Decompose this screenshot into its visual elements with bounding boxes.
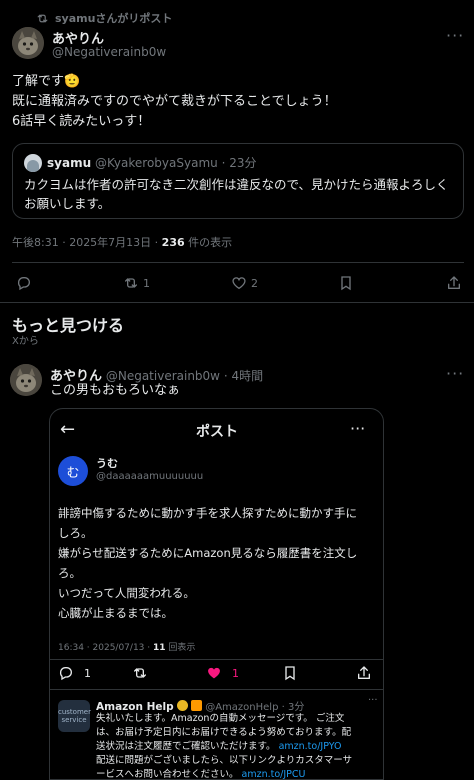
embedded-line-5: いつだって人間変われる。 bbox=[58, 586, 195, 600]
divider bbox=[50, 659, 383, 660]
quote-text: カクヨムは作者の許可なき二次創作は違反なので、見かけたら通報よろしくお願いします… bbox=[24, 177, 449, 211]
avatar[interactable] bbox=[10, 364, 42, 396]
retweet-button[interactable]: 1 bbox=[123, 275, 150, 291]
post-text-line-1: 了解です🫡 bbox=[12, 74, 81, 89]
post-timestamp[interactable]: 午後8:31 · 2025年7月13日 · bbox=[12, 236, 162, 249]
amazon-reply-line-5-text: ービスへお問い合わせください。 bbox=[96, 769, 242, 780]
post-text-line-2: 既に通報済みですのでやがて裁きが下ることでしょう！ bbox=[12, 94, 337, 109]
amazon-link-order-history: amzn.to/JPYO bbox=[278, 741, 342, 752]
cat-avatar-image bbox=[10, 364, 42, 396]
quote-author-handle: @KyakerobyaSyamu bbox=[94, 156, 218, 170]
retweet-icon bbox=[125, 278, 137, 288]
cat-avatar-image bbox=[12, 27, 44, 59]
amazon-logo-icon bbox=[191, 700, 203, 711]
more-section-subtitle: Xから bbox=[12, 336, 39, 347]
more-options-button[interactable]: ··· bbox=[446, 26, 464, 45]
reply-icon bbox=[59, 667, 72, 681]
attached-image[interactable]: ← ポスト ··· む うむ @daaaaaamuuuuuuu 誹謗中傷するため… bbox=[49, 408, 384, 780]
embedded-line-6: 心臓が止まるまでは。 bbox=[58, 606, 173, 620]
author-handle[interactable]: @Negativerainb0w bbox=[52, 45, 166, 59]
embedded-author-handle: @daaaaaamuuuuuuu bbox=[96, 471, 204, 482]
amazon-avatar: customer service bbox=[58, 700, 91, 732]
embedded-line-4: ろ。 bbox=[58, 566, 81, 580]
reply-icon bbox=[17, 277, 30, 291]
post-text-line-3: 6話早く読みたいっす！ bbox=[12, 114, 151, 129]
amazon-reply-header: Amazon Help @AmazonHelp · 3分 bbox=[96, 698, 304, 713]
amazon-reply-line-3: 送状況は注文履歴でご確認いただけます。 amzn.to/JPYO bbox=[96, 740, 342, 754]
amazon-reply-line-3-text: 送状況は注文履歴でご確認いただけます。 bbox=[96, 741, 279, 752]
embedded-reply: 1 bbox=[58, 665, 91, 681]
embedded-view-count: 11 bbox=[152, 643, 166, 653]
embedded-avatar: む bbox=[58, 456, 88, 486]
embedded-like-count: 1 bbox=[232, 666, 239, 680]
share-icon bbox=[448, 276, 460, 289]
divider bbox=[12, 262, 464, 263]
repost-label: syamuさんがリポスト bbox=[55, 12, 173, 25]
share-icon bbox=[358, 666, 370, 679]
retweet-count: 1 bbox=[143, 276, 150, 290]
embedded-meta: 16:34 · 2025/07/13 · 11 回表示 bbox=[58, 640, 195, 653]
retweet-icon bbox=[134, 668, 146, 678]
embedded-bookmark bbox=[282, 665, 298, 681]
embedded-retweet bbox=[132, 665, 148, 681]
quote-card[interactable]: syamu @KyakerobyaSyamu · 23分 カクヨムは作者の許可な… bbox=[12, 143, 464, 219]
amazon-reply-line-5: ービスへお問い合わせください。 amzn.to/JPCU bbox=[96, 768, 306, 780]
heart-icon bbox=[232, 277, 246, 290]
embedded-timestamp: 16:34 · 2025/07/13 · bbox=[58, 643, 153, 653]
repost-icon bbox=[37, 14, 48, 22]
back-arrow-icon: ← bbox=[60, 419, 76, 440]
like-button[interactable]: 2 bbox=[231, 275, 258, 291]
bookmark-icon bbox=[341, 276, 351, 291]
amazon-reply-line-1: 失礼いたします。Amazonの自動メッセージです。 ご注文 bbox=[96, 713, 345, 724]
amazon-reply-line-4: 配送に問題がございましたら、以下リンクよりカスタマーサ bbox=[96, 755, 353, 766]
quote-header: syamu @KyakerobyaSyamu · 23分 bbox=[47, 154, 256, 171]
divider bbox=[50, 689, 383, 690]
view-count: 236 bbox=[161, 236, 185, 249]
more-options-button[interactable]: ··· bbox=[446, 364, 464, 383]
embedded-view-label: 回表示 bbox=[165, 643, 196, 653]
embedded-line-3: 嫌がらせ配送するためにAmazon見るなら履歴書を注文し bbox=[58, 546, 358, 560]
more-icon: ··· bbox=[350, 419, 366, 438]
embedded-line-2: しろ。 bbox=[58, 526, 93, 540]
like-count: 2 bbox=[251, 276, 258, 290]
quote-avatar bbox=[24, 154, 42, 172]
amazon-reply-line-2: は、お届け予定日内にお届けできるよう努めております。配 bbox=[96, 727, 352, 738]
embedded-line-1: 誹謗中傷するために動かす手を求人探すために動かす手に bbox=[58, 506, 357, 520]
second-post-time[interactable]: · 4時間 bbox=[224, 369, 263, 383]
embedded-header-title: ポスト bbox=[196, 424, 238, 440]
bookmark-button[interactable] bbox=[338, 275, 354, 291]
second-post-text: この男もおもろいなぁ bbox=[50, 383, 181, 398]
view-label: 件の表示 bbox=[184, 236, 233, 249]
embedded-like: 1 bbox=[206, 665, 239, 681]
avatar[interactable] bbox=[12, 27, 44, 59]
post-meta: 午後8:31 · 2025年7月13日 · 236 件の表示 bbox=[12, 234, 232, 250]
share-button[interactable] bbox=[446, 275, 462, 291]
embedded-author-name: うむ bbox=[96, 457, 118, 470]
embedded-reply-count: 1 bbox=[84, 666, 91, 680]
quote-author-name: syamu bbox=[47, 156, 92, 170]
heart-filled-icon bbox=[208, 667, 220, 679]
amazon-link-customer-service: amzn.to/JPCU bbox=[241, 769, 306, 780]
embedded-share bbox=[356, 665, 372, 681]
bookmark-icon bbox=[285, 666, 295, 681]
quote-time: · 23分 bbox=[221, 156, 257, 170]
more-icon: ··· bbox=[368, 695, 378, 706]
verified-badge-icon bbox=[176, 700, 188, 711]
reply-button[interactable] bbox=[16, 275, 32, 291]
section-divider bbox=[0, 302, 474, 303]
repost-indicator: syamuさんがリポスト bbox=[36, 10, 172, 26]
